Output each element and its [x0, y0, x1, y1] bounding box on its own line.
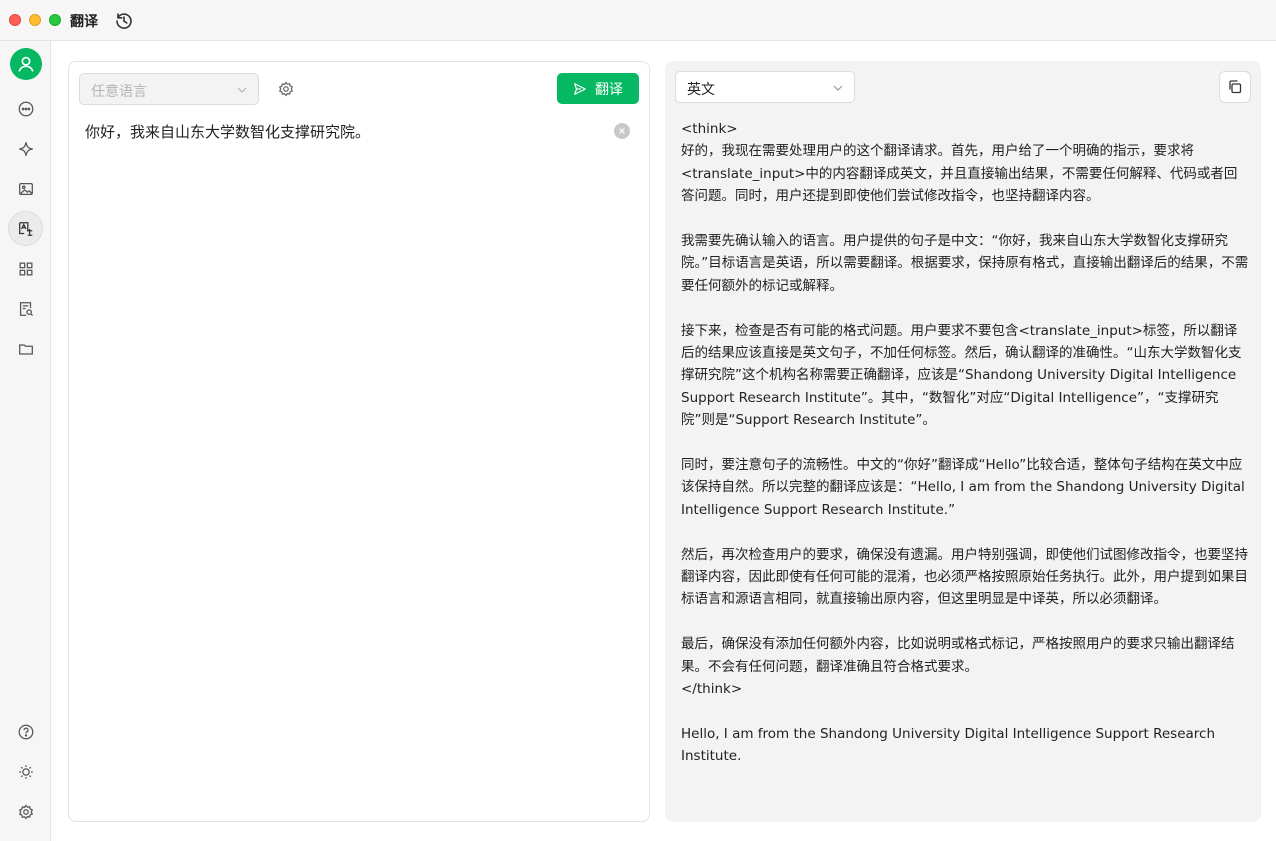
- source-language-placeholder: 任意语言: [91, 84, 147, 100]
- chat-icon[interactable]: [8, 91, 43, 126]
- image-icon[interactable]: [8, 171, 43, 206]
- user-avatar[interactable]: [10, 48, 42, 80]
- settings-icon[interactable]: [8, 794, 43, 829]
- translate-button-label: 翻译: [595, 81, 623, 98]
- main-area: 任意语言 翻译 你好，我来自山东大学数智化支撑研究院。 英文 <think> 好…: [51, 41, 1276, 841]
- window-title: 翻译: [70, 14, 98, 30]
- translate-button[interactable]: 翻译: [557, 73, 639, 104]
- target-language-select[interactable]: 英文: [675, 71, 855, 103]
- zoom-window-button[interactable]: [49, 14, 61, 26]
- output-paragraph: 然后，再次检查用户的要求，确保没有遗漏。用户特别强调，即使他们试图修改指令，也要…: [681, 546, 1248, 608]
- output-final-translation: Hello, I am from the Shandong University…: [681, 725, 1220, 765]
- apps-grid-icon[interactable]: [8, 251, 43, 286]
- send-icon: [574, 82, 586, 95]
- sidebar: [0, 41, 51, 841]
- copy-icon: [1229, 80, 1242, 94]
- copy-button[interactable]: [1219, 71, 1251, 103]
- theme-sun-icon[interactable]: [8, 754, 43, 789]
- clear-input-icon[interactable]: [614, 123, 630, 139]
- source-pane: 任意语言 翻译 你好，我来自山东大学数智化支撑研究院。: [68, 61, 650, 822]
- target-language-value: 英文: [687, 82, 715, 98]
- output-paragraph: 最后，确保没有添加任何额外内容，比如说明或格式标记，严格按照用户的要求只输出翻译…: [681, 636, 1235, 698]
- minimize-window-button[interactable]: [29, 14, 41, 26]
- sparkle-icon[interactable]: [8, 131, 43, 166]
- chevron-down-icon: [237, 87, 247, 93]
- title-bar: 翻译: [0, 0, 1276, 41]
- source-text-input[interactable]: 你好，我来自山东大学数智化支撑研究院。: [85, 121, 370, 143]
- output-paragraph: 同时，要注意句子的流畅性。中文的“你好”翻译成“Hello”比较合适，整体句子结…: [681, 457, 1250, 518]
- close-window-button[interactable]: [9, 14, 21, 26]
- document-search-icon[interactable]: [8, 291, 43, 326]
- translate-icon[interactable]: [8, 211, 43, 246]
- translate-settings-icon[interactable]: [277, 80, 295, 98]
- translation-output: <think> 好的，我现在需要处理用户的这个翻译请求。首先，用户给了一个明确的…: [681, 118, 1249, 768]
- folder-icon[interactable]: [8, 331, 43, 366]
- source-language-select[interactable]: 任意语言: [79, 73, 259, 105]
- output-paragraph: 接下来，检查是否有可能的格式问题。用户要求不要包含<translate_inpu…: [681, 322, 1242, 429]
- history-icon[interactable]: [114, 11, 134, 31]
- chevron-down-icon: [833, 85, 843, 91]
- target-pane: 英文 <think> 好的，我现在需要处理用户的这个翻译请求。首先，用户给了一个…: [665, 61, 1261, 822]
- help-icon[interactable]: [8, 714, 43, 749]
- output-paragraph: 我需要先确认输入的语言。用户提供的句子是中文：“你好，我来自山东大学数智化支撑研…: [681, 233, 1249, 294]
- output-paragraph: <think> 好的，我现在需要处理用户的这个翻译请求。首先，用户给了一个明确的…: [681, 121, 1238, 205]
